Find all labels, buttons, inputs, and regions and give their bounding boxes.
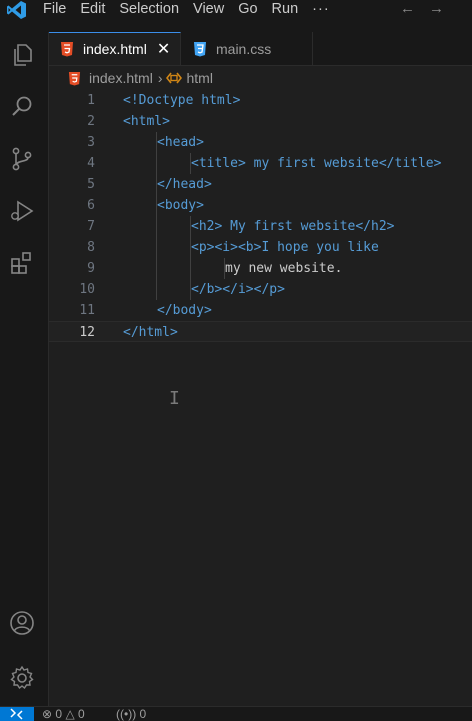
editor-tabs: index.html ✕ main.css bbox=[49, 32, 472, 66]
navigation-arrows: ← → bbox=[400, 0, 444, 18]
line-number: 10 bbox=[79, 282, 95, 297]
forward-arrow-icon[interactable]: → bbox=[429, 0, 444, 18]
line-text: <html> bbox=[123, 114, 170, 129]
line-number: 12 bbox=[79, 325, 95, 340]
menu-selection[interactable]: Selection bbox=[119, 0, 179, 18]
line-text: <head> bbox=[157, 135, 204, 150]
html-element-icon bbox=[166, 72, 183, 84]
status-bar: ⊗ 0 △ 0 ((•)) 0 bbox=[0, 706, 472, 721]
menu-go[interactable]: Go bbox=[238, 0, 257, 18]
line-text: </b></i></p> bbox=[191, 282, 285, 297]
line-text: <title> my first website</title> bbox=[191, 156, 442, 171]
line-text: <!Doctype html> bbox=[123, 93, 241, 108]
line-text: </html> bbox=[123, 325, 178, 340]
menu-bar: File Edit Selection View Go Run ··· bbox=[43, 0, 344, 18]
line-number: 2 bbox=[87, 114, 95, 129]
menu-view[interactable]: View bbox=[193, 0, 224, 18]
code-line: 9 my new website. bbox=[49, 258, 472, 279]
title-bar: File Edit Selection View Go Run ··· ← → bbox=[0, 0, 472, 32]
code-line: 6 <body> bbox=[49, 195, 472, 216]
line-number: 7 bbox=[87, 219, 95, 234]
line-text: <p><i><b>I hope you like bbox=[191, 240, 379, 255]
source-control-icon[interactable] bbox=[9, 146, 35, 172]
code-editor[interactable]: 1 <!Doctype html> 2 <html> 3 <head> 4 <t… bbox=[49, 90, 472, 706]
line-number: 4 bbox=[87, 156, 95, 171]
code-line-current: 12 </html> bbox=[49, 321, 472, 342]
search-icon[interactable] bbox=[9, 94, 35, 120]
code-line: 3 <head> bbox=[49, 132, 472, 153]
run-and-debug-icon[interactable] bbox=[9, 198, 35, 224]
code-line: 5 </head> bbox=[49, 174, 472, 195]
breadcrumb-symbol[interactable]: html bbox=[186, 70, 212, 86]
activity-bar bbox=[0, 32, 49, 706]
tab-label: main.css bbox=[216, 40, 272, 57]
line-text: </body> bbox=[157, 303, 212, 318]
vscode-logo-icon[interactable] bbox=[6, 0, 28, 20]
line-text: </head> bbox=[157, 177, 212, 192]
breadcrumb: index.html › html bbox=[49, 66, 472, 90]
mouse-ibeam-cursor-icon: I bbox=[169, 388, 180, 409]
menu-file[interactable]: File bbox=[43, 0, 66, 18]
line-number: 9 bbox=[87, 261, 95, 276]
line-text: <h2> My first website</h2> bbox=[191, 219, 395, 234]
warning-icon: △ bbox=[65, 707, 75, 721]
menu-run[interactable]: Run bbox=[272, 0, 299, 18]
code-line: 7 <h2> My first website</h2> bbox=[49, 216, 472, 237]
code-line: 11 </body> bbox=[49, 300, 472, 321]
account-icon[interactable] bbox=[9, 610, 35, 636]
menu-more-icon[interactable]: ··· bbox=[312, 0, 330, 18]
breadcrumb-separator: › bbox=[157, 70, 163, 86]
warning-count: 0 bbox=[78, 707, 85, 721]
line-number: 1 bbox=[87, 93, 95, 108]
line-number: 8 bbox=[87, 240, 95, 255]
html5-file-icon bbox=[68, 71, 81, 85]
line-number: 3 bbox=[87, 135, 95, 150]
ports-count: 0 bbox=[139, 707, 147, 721]
code-line: 10 </b></i></p> bbox=[49, 279, 472, 300]
code-line: 8 <p><i><b>I hope you like bbox=[49, 237, 472, 258]
close-tab-icon[interactable]: ✕ bbox=[157, 39, 170, 59]
line-number: 6 bbox=[87, 198, 95, 213]
broadcast-icon: ((•)) bbox=[116, 707, 137, 721]
remote-indicator[interactable] bbox=[0, 707, 34, 721]
html5-file-icon bbox=[61, 42, 73, 57]
error-count: 0 bbox=[55, 707, 63, 721]
ports-indicator[interactable]: ((•)) 0 bbox=[116, 708, 146, 721]
breadcrumb-file[interactable]: index.html bbox=[89, 70, 153, 86]
css3-file-icon bbox=[194, 41, 206, 56]
menu-edit[interactable]: Edit bbox=[80, 0, 105, 18]
tab-main-css[interactable]: main.css bbox=[182, 32, 313, 65]
code-line: 1 <!Doctype html> bbox=[49, 90, 472, 111]
error-icon: ⊗ bbox=[42, 707, 53, 721]
line-number: 11 bbox=[79, 303, 95, 318]
tab-index-html[interactable]: index.html ✕ bbox=[49, 32, 181, 65]
line-number: 5 bbox=[87, 177, 95, 192]
explorer-files-icon[interactable] bbox=[9, 42, 35, 68]
problems-indicator[interactable]: ⊗ 0 △ 0 bbox=[42, 708, 85, 721]
line-text: <body> bbox=[157, 198, 204, 213]
tab-label: index.html bbox=[83, 41, 147, 57]
extensions-icon[interactable] bbox=[9, 250, 35, 276]
code-line: 2 <html> bbox=[49, 111, 472, 132]
settings-gear-icon[interactable] bbox=[9, 665, 35, 691]
line-text: my new website. bbox=[225, 261, 343, 276]
remote-icon bbox=[10, 708, 23, 720]
back-arrow-icon[interactable]: ← bbox=[400, 0, 415, 18]
code-line: 4 <title> my first website</title> bbox=[49, 153, 472, 174]
